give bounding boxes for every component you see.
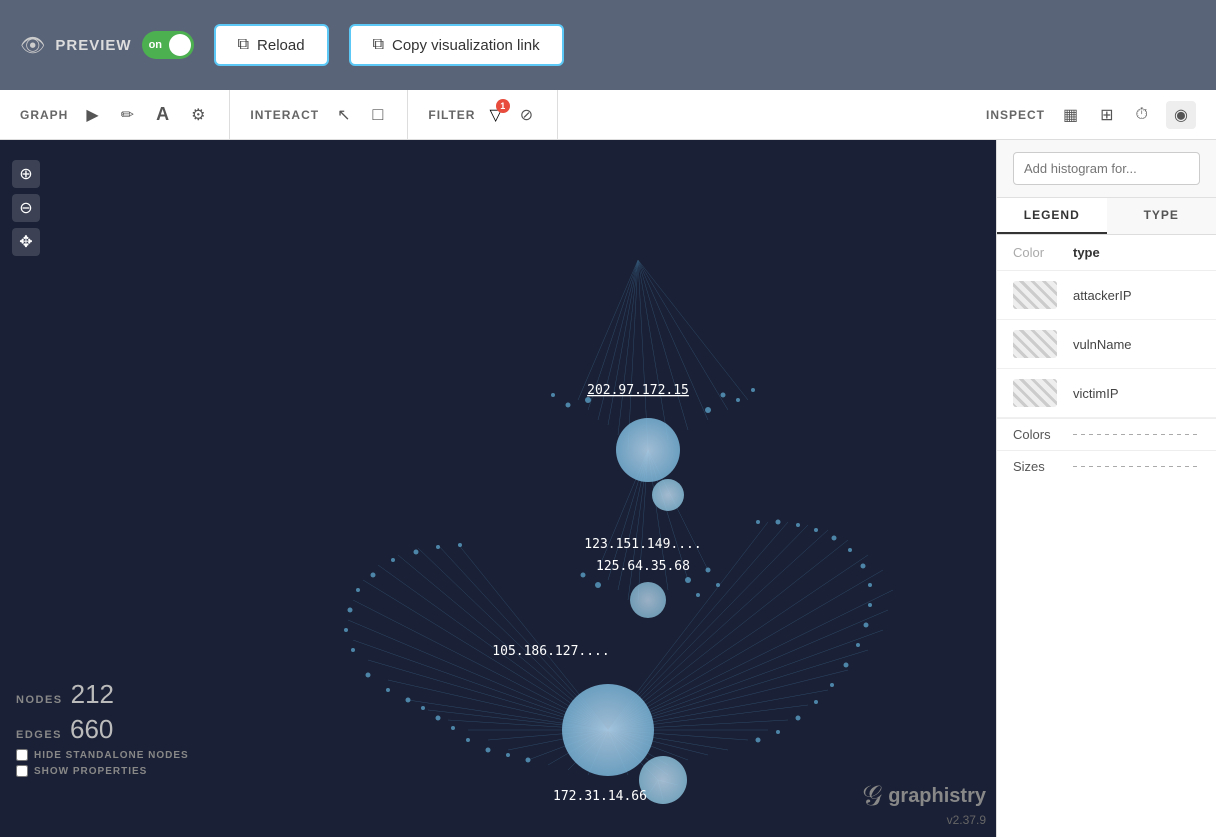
vuln-type-label: vulnName [1073, 337, 1200, 352]
legend-row: victimIP [997, 369, 1216, 418]
clock-icon[interactable]: ⏱ [1132, 102, 1152, 128]
svg-text:172.31.14.66: 172.31.14.66 [553, 789, 647, 804]
svg-text:202.97.172.15: 202.97.172.15 [587, 383, 689, 398]
legend-header: Color type [997, 235, 1216, 271]
histogram-bar [997, 140, 1216, 198]
text-icon[interactable]: A [152, 100, 173, 129]
preview-section: 👁 PREVIEW on [20, 31, 194, 59]
vuln-color-box [1013, 330, 1057, 358]
toggle-switch[interactable]: on [142, 31, 194, 59]
sizes-line [1073, 466, 1200, 467]
topbar: 👁 PREVIEW on ⧉ Reload ⧉ Copy visualizati… [0, 0, 1216, 90]
nodes-count: 212 [71, 679, 114, 710]
filter-badge[interactable]: ▽ 1 [489, 105, 501, 125]
graph-section: GRAPH ▶ ✏ A ⚙ [0, 90, 230, 139]
colors-line [1073, 434, 1200, 435]
legend-row: attackerIP [997, 271, 1216, 320]
filter-count: 1 [496, 99, 510, 113]
settings-icon[interactable]: ⚙ [187, 101, 209, 129]
target-icon[interactable]: ◉ [1166, 101, 1196, 129]
panel-tabs: LEGEND TYPE [997, 198, 1216, 235]
ban-icon[interactable]: ⊘ [516, 101, 537, 129]
copy-icon: ⧉ [373, 36, 384, 54]
cursor-icon[interactable]: ↖ [333, 101, 354, 129]
graph-canvas[interactable]: ⊕ ⊖ ✥ [0, 140, 996, 837]
graph-stats: NODES 212 EDGES 660 HIDE STANDALONE NODE… [16, 679, 189, 777]
hide-standalone-label: HIDE STANDALONE NODES [34, 750, 189, 761]
toggle-on-text: on [145, 39, 162, 51]
show-properties-checkbox[interactable] [16, 765, 28, 777]
preview-toggle[interactable]: on [142, 31, 194, 59]
inspect-section: INSPECT ▦ ⊞ ⏱ ◉ [558, 90, 1216, 139]
square-icon[interactable]: □ [368, 100, 387, 129]
graphistry-version: v2.37.9 [862, 813, 986, 827]
play-icon[interactable]: ▶ [82, 101, 102, 129]
victim-color-box [1013, 379, 1057, 407]
toolbar: GRAPH ▶ ✏ A ⚙ INTERACT ↖ □ FILTER ▽ 1 ⊘ … [0, 90, 1216, 140]
type-tab[interactable]: TYPE [1107, 198, 1216, 234]
reload-icon: ⧉ [238, 36, 249, 54]
svg-text:123.151.149....: 123.151.149.... [584, 537, 701, 552]
copy-link-label: Copy visualization link [392, 37, 540, 54]
inspect-label: INSPECT [986, 108, 1045, 122]
interact-section: INTERACT ↖ □ [230, 90, 408, 139]
sizes-label: Sizes [1013, 459, 1073, 474]
show-properties-label: SHOW PROPERTIES [34, 766, 147, 777]
graphistry-logo: 𝒢 [862, 780, 882, 813]
legend-content: Color type attackerIP vulnName victimIP … [997, 235, 1216, 837]
svg-text:105.186.127....: 105.186.127.... [492, 644, 609, 659]
graphistry-name: graphistry [888, 785, 986, 808]
filter-section: FILTER ▽ 1 ⊘ [408, 90, 558, 139]
legend-row: vulnName [997, 320, 1216, 369]
bar-chart-icon[interactable]: ▦ [1059, 101, 1082, 129]
nodes-label: NODES [16, 694, 63, 706]
eye-icon: 👁 [20, 33, 45, 58]
attacker-type-label: attackerIP [1073, 288, 1200, 303]
copy-link-button[interactable]: ⧉ Copy visualization link [349, 24, 564, 66]
watermark: 𝒢 graphistry v2.37.9 [862, 780, 986, 827]
toggle-knob [169, 34, 191, 56]
hide-standalone-checkbox[interactable] [16, 749, 28, 761]
main-area: ⊕ ⊖ ✥ [0, 140, 1216, 837]
right-panel: LEGEND TYPE Color type attackerIP vulnNa… [996, 140, 1216, 837]
graph-label: GRAPH [20, 108, 68, 122]
victim-type-label: victimIP [1073, 386, 1200, 401]
color-column-header: Color [1013, 245, 1073, 260]
sizes-footer-row: Sizes [997, 450, 1216, 482]
reload-button[interactable]: ⧉ Reload [214, 24, 329, 66]
brush-icon[interactable]: ✏ [117, 101, 138, 129]
reload-label: Reload [257, 37, 305, 54]
preview-label: PREVIEW [55, 37, 131, 54]
interact-label: INTERACT [250, 108, 319, 122]
filter-label: FILTER [428, 108, 475, 122]
colors-label: Colors [1013, 427, 1073, 442]
table-icon[interactable]: ⊞ [1096, 101, 1117, 129]
legend-tab[interactable]: LEGEND [997, 198, 1107, 234]
colors-footer-row: Colors [997, 418, 1216, 450]
type-column-header: type [1073, 245, 1200, 260]
attacker-color-box [1013, 281, 1057, 309]
histogram-input[interactable] [1013, 152, 1200, 185]
edges-count: 660 [70, 714, 113, 745]
edges-label: EDGES [16, 729, 62, 741]
svg-text:125.64.35.68: 125.64.35.68 [596, 559, 690, 574]
